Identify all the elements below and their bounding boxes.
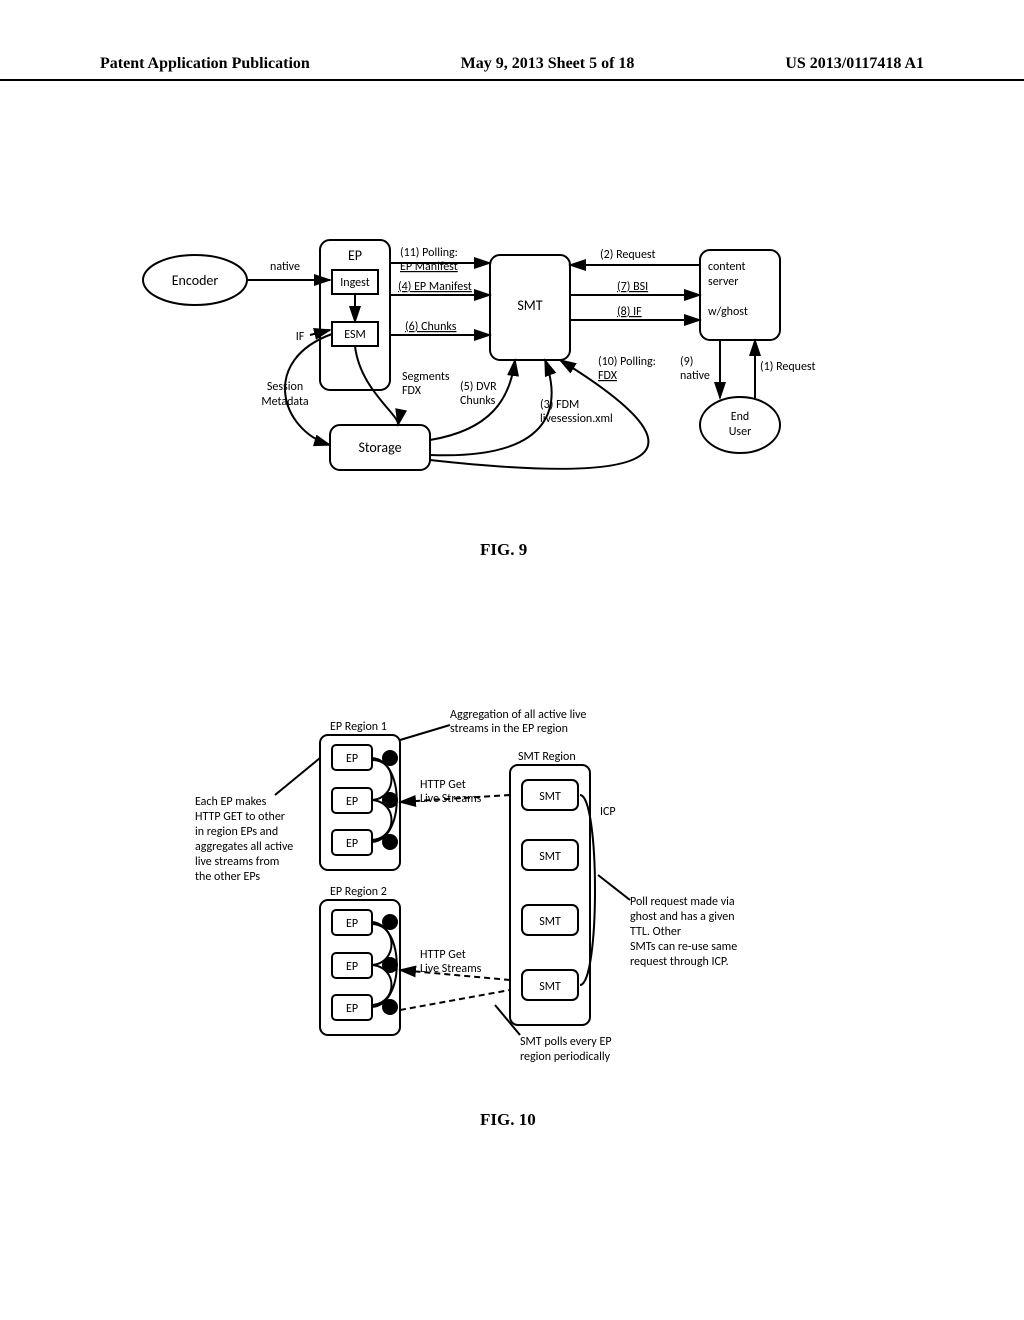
seg: Segments bbox=[402, 370, 450, 384]
svg-text:Live Streams: Live Streams bbox=[420, 792, 482, 806]
e10b: FDX bbox=[598, 369, 618, 383]
e8: (8) IF bbox=[617, 305, 642, 319]
fig9-svg: Encoder EP Ingest ESM native IF Session … bbox=[0, 170, 1024, 590]
encoder-label: Encoder bbox=[172, 272, 219, 289]
user-label: User bbox=[729, 425, 752, 439]
e4: (4) EP Manifest bbox=[398, 280, 472, 294]
icp: ICP bbox=[600, 805, 616, 819]
live: livesession.xml bbox=[540, 412, 613, 426]
ep-label: EP bbox=[348, 247, 362, 264]
svg-text:in region EPs and: in region EPs and bbox=[195, 825, 278, 839]
header-center: May 9, 2013 Sheet 5 of 18 bbox=[461, 55, 635, 73]
ingest-label: Ingest bbox=[340, 276, 369, 290]
svg-text:Poll request made via: Poll request made via bbox=[630, 895, 735, 909]
svg-text:SMT polls every EP: SMT polls every EP bbox=[520, 1035, 612, 1049]
native-label: native bbox=[270, 260, 300, 274]
svg-text:HTTP Get: HTTP Get bbox=[420, 778, 466, 792]
svg-text:HTTP Get: HTTP Get bbox=[420, 948, 466, 962]
e9: (9) bbox=[680, 355, 693, 369]
svg-text:request through ICP.: request through ICP. bbox=[630, 955, 729, 969]
e11b: EP Manifest bbox=[400, 260, 458, 274]
svg-text:HTTP GET to other: HTTP GET to other bbox=[195, 810, 285, 824]
svg-text:live streams from: live streams from bbox=[195, 855, 279, 869]
svg-text:SMT: SMT bbox=[539, 850, 561, 864]
e7: (7) BSI bbox=[617, 280, 648, 294]
r2: EP Region 2 bbox=[330, 885, 387, 899]
smt-region: SMT Region bbox=[518, 750, 576, 764]
e2: (2) Request bbox=[600, 248, 656, 262]
svg-text:SMT: SMT bbox=[539, 790, 561, 804]
fdm3: (3) FDM bbox=[540, 398, 579, 412]
page: Patent Application Publication May 9, 20… bbox=[0, 0, 1024, 1320]
server-label: server bbox=[708, 275, 738, 289]
svg-text:EP: EP bbox=[346, 960, 358, 974]
svg-text:EP: EP bbox=[346, 795, 358, 809]
e6: (6) Chunks bbox=[405, 320, 457, 334]
svg-text:Each EP makes: Each EP makes bbox=[195, 795, 267, 809]
svg-text:EP: EP bbox=[346, 1002, 358, 1016]
r1: EP Region 1 bbox=[330, 720, 387, 734]
wghost-label: w/ghost bbox=[708, 305, 748, 319]
fig9-caption: FIG. 9 bbox=[480, 540, 527, 560]
e10: (10) Polling: bbox=[598, 355, 656, 369]
smt-label: SMT bbox=[517, 297, 542, 314]
dvr5: (5) DVR bbox=[460, 380, 497, 394]
svg-text:SMTs can re-use same: SMTs can re-use same bbox=[630, 940, 737, 954]
svg-text:EP: EP bbox=[346, 752, 358, 766]
svg-text:region periodically: region periodically bbox=[520, 1050, 611, 1064]
e1: (1) Request bbox=[760, 360, 816, 374]
fdx1: FDX bbox=[402, 384, 422, 398]
svg-text:EP: EP bbox=[346, 917, 358, 931]
header-right: US 2013/0117418 A1 bbox=[785, 55, 924, 73]
svg-text:aggregates all active: aggregates all active bbox=[195, 840, 293, 854]
header: Patent Application Publication May 9, 20… bbox=[0, 55, 1024, 81]
svg-text:the other EPs: the other EPs bbox=[195, 870, 260, 884]
agg: Aggregation of all active live bbox=[450, 708, 586, 722]
header-left: Patent Application Publication bbox=[100, 55, 310, 73]
e9b: native bbox=[680, 369, 710, 383]
e11: (11) Polling: bbox=[400, 246, 458, 260]
chunks-label: Chunks bbox=[460, 394, 496, 408]
fig10-svg: EP Region 1 EP EP EP EP Region 2 EP EP E… bbox=[0, 680, 1024, 1150]
svg-text:SMT: SMT bbox=[539, 980, 561, 994]
svg-text:TTL. Other: TTL. Other bbox=[630, 925, 681, 939]
svg-text:Live Streams: Live Streams bbox=[420, 962, 482, 976]
fig10-caption: FIG. 10 bbox=[480, 1110, 536, 1130]
content-label: content bbox=[708, 260, 746, 274]
svg-text:EP: EP bbox=[346, 837, 358, 851]
storage-label: Storage bbox=[358, 439, 401, 456]
if-label: IF bbox=[296, 330, 305, 344]
svg-text:ghost and has a given: ghost and has a given bbox=[630, 910, 735, 924]
esm-label: ESM bbox=[344, 328, 366, 342]
agg2: streams in the EP region bbox=[450, 722, 568, 736]
svg-text:SMT: SMT bbox=[539, 915, 561, 929]
end-label: End bbox=[731, 410, 749, 424]
